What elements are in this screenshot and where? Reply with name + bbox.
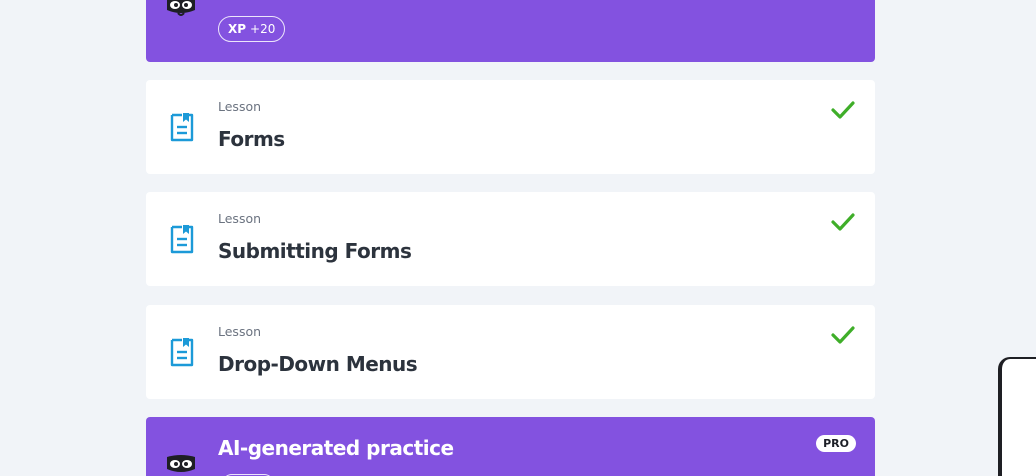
lesson-card-submitting-forms[interactable]: Lesson Submitting Forms: [146, 192, 875, 286]
lesson-document-icon: [170, 225, 194, 254]
lesson-title: Forms: [218, 127, 285, 151]
floating-side-panel[interactable]: [998, 357, 1036, 476]
xp-badge: XP +20: [218, 16, 286, 42]
lesson-kicker: Lesson: [218, 324, 262, 339]
pro-badge: PRO: [816, 435, 856, 452]
xp-value: +20: [250, 22, 276, 36]
check-icon: [831, 326, 855, 344]
check-icon: [831, 213, 855, 231]
lesson-card-forms[interactable]: Lesson Forms: [146, 80, 875, 174]
lesson-title: Submitting Forms: [218, 239, 412, 263]
practice-card-top[interactable]: XP +20: [146, 0, 875, 62]
lesson-kicker: Lesson: [218, 211, 262, 226]
ai-practice-title: AI-generated practice: [218, 436, 454, 460]
check-icon: [831, 101, 855, 119]
mascot-icon: [167, 455, 195, 472]
lesson-card-drop-down-menus[interactable]: Lesson Drop-Down Menus: [146, 305, 875, 399]
lesson-document-icon: [170, 113, 194, 142]
ai-practice-card[interactable]: AI-generated practice PRO: [146, 417, 875, 476]
mascot-icon: [167, 0, 195, 16]
xp-label: XP: [228, 22, 247, 36]
lesson-document-icon: [170, 338, 194, 367]
lesson-kicker: Lesson: [218, 99, 262, 114]
lesson-title: Drop-Down Menus: [218, 352, 418, 376]
